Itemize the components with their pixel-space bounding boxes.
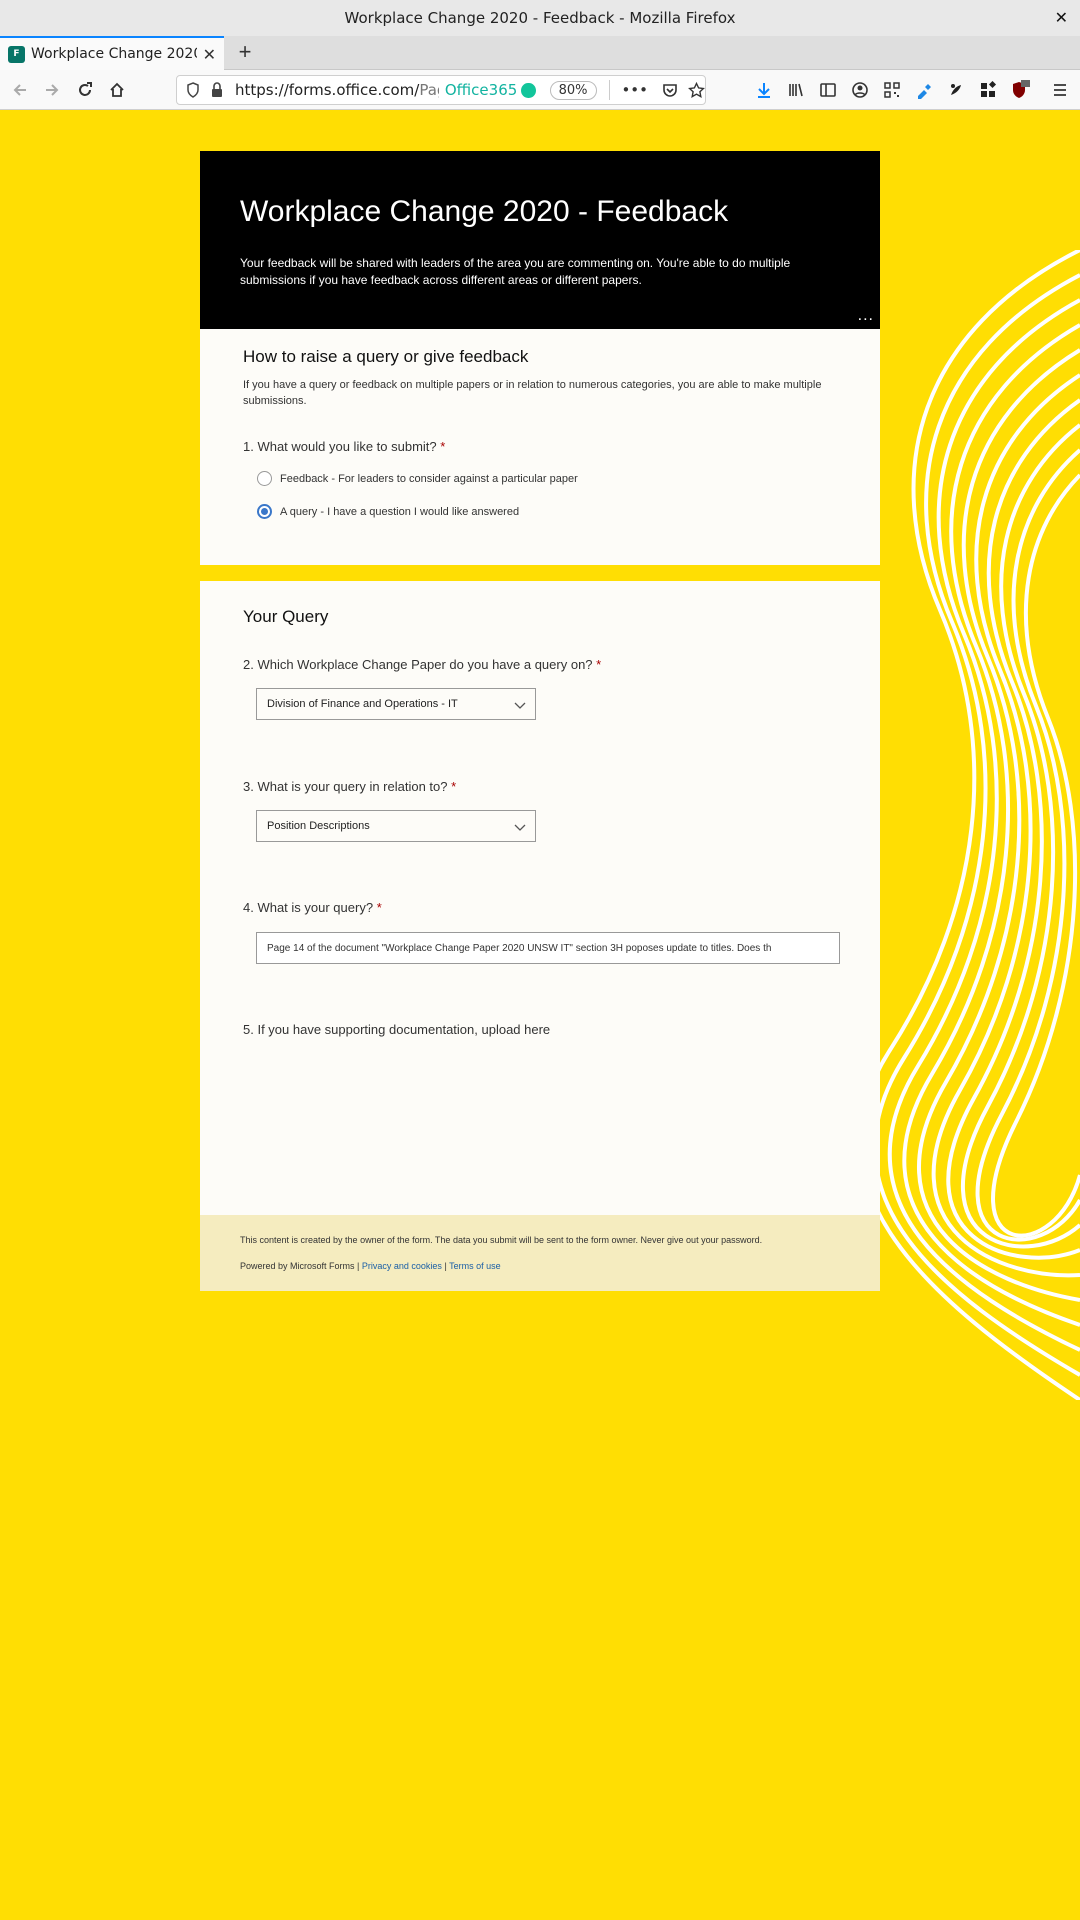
pocket-icon[interactable] bbox=[662, 82, 678, 98]
apps-extension-icon[interactable] bbox=[976, 78, 1000, 102]
menu-icon[interactable] bbox=[1048, 78, 1072, 102]
terms-link[interactable]: Terms of use bbox=[449, 1261, 501, 1271]
url-text[interactable]: https://forms.office.com/Pages/ bbox=[235, 81, 439, 99]
browser-tab[interactable]: F Workplace Change 2020 ✕ bbox=[0, 36, 224, 70]
container-dot-icon bbox=[521, 82, 536, 98]
window-close-icon[interactable]: ✕ bbox=[1055, 8, 1068, 27]
zoom-level-button[interactable]: 80% bbox=[549, 80, 597, 100]
page-actions-icon[interactable]: ••• bbox=[621, 81, 648, 99]
question-3: 3. What is your query in relation to? * bbox=[243, 779, 456, 794]
office365-label: Office365 bbox=[444, 81, 518, 99]
required-marker: * bbox=[440, 439, 446, 454]
home-icon[interactable] bbox=[105, 78, 129, 102]
query-relation-dropdown[interactable]: Position Descriptions bbox=[256, 810, 536, 842]
url-path: Pages/ bbox=[419, 81, 439, 99]
section-title: Your Query bbox=[243, 607, 329, 626]
urlbar-separator bbox=[608, 80, 610, 100]
qr-code-icon[interactable] bbox=[880, 78, 904, 102]
form-footer: This content is created by the owner of … bbox=[200, 1215, 880, 1291]
tab-title: Workplace Change 2020 bbox=[31, 46, 197, 62]
new-tab-icon[interactable]: + bbox=[232, 40, 258, 66]
library-icon[interactable] bbox=[784, 78, 808, 102]
section-description: If you have a query or feedback on multi… bbox=[243, 379, 822, 407]
tab-bar: F Workplace Change 2020 ✕ + bbox=[0, 36, 1080, 70]
url-bar[interactable]: https://forms.office.com/Pages/ Office36… bbox=[176, 75, 706, 105]
navigation-toolbar: https://forms.office.com/Pages/ Office36… bbox=[0, 70, 1080, 110]
url-host: https://forms.office.com/ bbox=[235, 81, 420, 99]
option-feedback[interactable]: Feedback - For leaders to consider again… bbox=[257, 471, 578, 486]
radio-button[interactable] bbox=[257, 471, 272, 486]
dropdown-value: Division of Finance and Operations - IT bbox=[267, 698, 458, 710]
footer-separator: | bbox=[444, 1261, 447, 1271]
required-marker: * bbox=[376, 900, 382, 915]
account-icon[interactable] bbox=[848, 78, 872, 102]
question-label: 5. If you have supporting documentation,… bbox=[243, 1022, 551, 1037]
question-label: 1. What would you like to submit? bbox=[243, 439, 437, 454]
cookie-extension-icon[interactable] bbox=[944, 78, 968, 102]
question-4: 4. What is your query? * bbox=[243, 900, 382, 915]
footer-links: Powered by Microsoft Forms | Privacy and… bbox=[240, 1261, 501, 1271]
question-label: 3. What is your query in relation to? bbox=[243, 779, 448, 794]
radio-button-selected[interactable] bbox=[257, 504, 272, 519]
form-header: Workplace Change 2020 - Feedback Your fe… bbox=[200, 151, 880, 329]
paper-dropdown[interactable]: Division of Finance and Operations - IT bbox=[256, 688, 536, 720]
question-2: 2. Which Workplace Change Paper do you h… bbox=[243, 657, 601, 672]
chevron-down-icon bbox=[513, 698, 527, 715]
section-your-query: Your Query 2. Which Workplace Change Pap… bbox=[200, 581, 880, 1215]
tracking-shield-icon[interactable] bbox=[186, 82, 200, 102]
required-marker: * bbox=[451, 779, 457, 794]
question-1: 1. What would you like to submit? * bbox=[243, 439, 445, 454]
ublock-icon[interactable] bbox=[1008, 78, 1032, 102]
footer-notice: This content is created by the owner of … bbox=[240, 1235, 763, 1245]
privacy-link[interactable]: Privacy and cookies bbox=[362, 1261, 442, 1271]
option-label: A query - I have a question I would like… bbox=[280, 505, 520, 518]
bookmark-star-icon[interactable] bbox=[688, 81, 705, 99]
tab-close-icon[interactable]: ✕ bbox=[203, 45, 216, 64]
forms-favicon-icon: F bbox=[8, 45, 25, 63]
window-title: Workplace Change 2020 - Feedback - Mozil… bbox=[344, 9, 736, 27]
back-icon[interactable] bbox=[8, 78, 32, 102]
form-title: Workplace Change 2020 - Feedback bbox=[240, 195, 729, 228]
section-how-to-raise: How to raise a query or give feedback If… bbox=[200, 329, 880, 565]
forward-icon[interactable] bbox=[40, 78, 64, 102]
question-label: 4. What is your query? bbox=[243, 900, 374, 915]
query-text-input[interactable]: Page 14 of the document "Workplace Chang… bbox=[256, 932, 840, 964]
question-label: 2. Which Workplace Change Paper do you h… bbox=[243, 657, 593, 672]
lock-icon[interactable] bbox=[211, 82, 223, 102]
question-5: 5. If you have supporting documentation,… bbox=[243, 1022, 550, 1037]
downloads-icon[interactable] bbox=[752, 78, 776, 102]
dropper-extension-icon[interactable] bbox=[912, 78, 936, 102]
required-marker: * bbox=[596, 657, 602, 672]
form-description: Your feedback will be shared with leader… bbox=[240, 256, 791, 287]
window-titlebar: Workplace Change 2020 - Feedback - Mozil… bbox=[0, 0, 1080, 36]
option-label: Feedback - For leaders to consider again… bbox=[280, 472, 578, 485]
chevron-down-icon bbox=[513, 820, 527, 837]
sidebar-icon[interactable] bbox=[816, 78, 840, 102]
reload-icon[interactable] bbox=[73, 78, 97, 102]
dropdown-value: Position Descriptions bbox=[267, 820, 370, 832]
option-query[interactable]: A query - I have a question I would like… bbox=[257, 504, 519, 519]
section-title: How to raise a query or give feedback bbox=[243, 347, 529, 366]
more-options-icon[interactable]: ... bbox=[858, 307, 874, 325]
powered-by-text: Powered by Microsoft Forms | bbox=[240, 1261, 360, 1271]
